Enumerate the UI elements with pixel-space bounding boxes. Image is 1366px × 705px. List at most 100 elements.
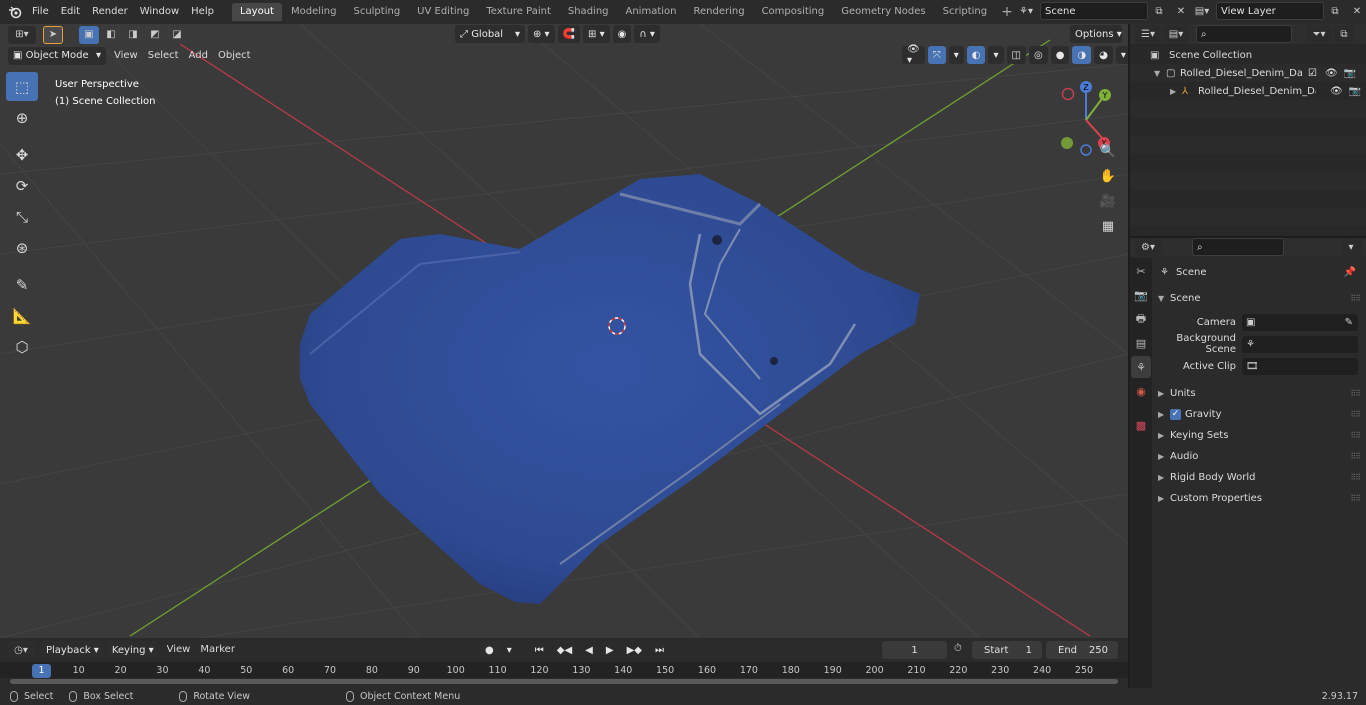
outliner-row-object[interactable]: ▶ ⅄ Rolled_Diesel_Denim_Da 👁 📷 xyxy=(1130,82,1366,100)
pin-icon[interactable]: 📌 xyxy=(1344,267,1356,278)
view-layer-field[interactable]: View Layer xyxy=(1216,2,1324,20)
menu-edit[interactable]: Edit xyxy=(55,2,86,22)
snap-toggle[interactable]: 🧲 xyxy=(557,25,581,43)
transform-tool-icon[interactable]: ⊛ xyxy=(6,233,38,262)
timeline-menu-view[interactable]: View xyxy=(162,641,196,659)
drag-handle-icon[interactable]: ⠿⠿ xyxy=(1350,431,1361,440)
mode-difference-icon[interactable]: ◩ xyxy=(145,25,165,44)
menu-object[interactable]: Object xyxy=(213,47,256,65)
mode-intersect-icon[interactable]: ◪ xyxy=(167,25,187,44)
delete-view-layer-icon[interactable]: ✕ xyxy=(1347,2,1366,20)
options-dropdown[interactable]: Options ▾ xyxy=(1070,25,1122,43)
tab-shading[interactable]: Shading xyxy=(560,3,617,21)
render-tab-icon[interactable]: 📷 xyxy=(1131,284,1151,306)
jump-keyframe-back-icon[interactable]: ◆◀ xyxy=(552,641,577,659)
timeline-ruler[interactable]: 10 20 30 40 50 60 70 80 90 100 110 120 130 140 150 160 1… xyxy=(0,662,1128,678)
play-reverse-icon[interactable]: ◀ xyxy=(580,641,598,659)
shading-solid-icon[interactable]: ● xyxy=(1050,46,1070,64)
shading-dropdown[interactable]: ▾ xyxy=(1115,46,1128,64)
menu-file[interactable]: File xyxy=(26,2,55,22)
visibility-dropdown[interactable]: 👁 ▾ xyxy=(902,44,925,66)
auto-keying-toggle[interactable]: ● xyxy=(480,641,499,659)
background-scene-field[interactable]: ⚘ xyxy=(1242,335,1358,353)
output-tab-icon[interactable]: 🖶 xyxy=(1131,308,1151,330)
blender-logo-icon[interactable] xyxy=(4,2,26,22)
visibility-eye-icon[interactable]: 👁 xyxy=(1325,68,1338,79)
menu-select[interactable]: Select xyxy=(143,47,184,65)
exclude-checkbox-icon[interactable]: ☑ xyxy=(1308,68,1317,79)
shading-material-icon[interactable]: ◑ xyxy=(1072,46,1092,64)
xray-toggle[interactable]: ◫ xyxy=(1006,46,1026,64)
outliner-editor-type-icon[interactable]: ☰▾ xyxy=(1135,25,1161,43)
cursor-tool-icon[interactable]: ⊕ xyxy=(6,103,38,132)
tab-compositing[interactable]: Compositing xyxy=(754,3,833,21)
jump-end-icon[interactable]: ⏭ xyxy=(650,641,669,659)
annotate-tool-icon[interactable]: ✎ xyxy=(6,270,38,299)
perspective-toggle-icon[interactable]: ▦ xyxy=(1096,214,1120,238)
new-collection-icon[interactable]: ⧉ xyxy=(1334,25,1354,43)
outliner-row-collection[interactable]: ▼ ▢ Rolled_Diesel_Denim_Dark_B ☑ 👁 📷 xyxy=(1130,64,1366,82)
units-panel-header[interactable]: ▶ Units ⠿⠿ xyxy=(1152,383,1366,403)
audio-panel-header[interactable]: ▶ Audio ⠿⠿ xyxy=(1152,446,1366,466)
tab-geometry-nodes[interactable]: Geometry Nodes xyxy=(833,3,933,21)
rigid-body-world-panel-header[interactable]: ▶ Rigid Body World ⠿⠿ xyxy=(1152,467,1366,487)
editor-type-icon[interactable]: ⊞▾ xyxy=(8,25,36,44)
add-cube-tool-icon[interactable]: ⬡ xyxy=(6,332,38,361)
texture-tab-icon[interactable]: ▩ xyxy=(1131,414,1151,436)
properties-search-input[interactable]: ⌕ xyxy=(1192,238,1284,256)
active-clip-field[interactable]: 🎞 xyxy=(1242,357,1358,375)
camera-field[interactable]: ▣ ✎ xyxy=(1242,313,1358,331)
shading-rendered-icon[interactable]: ◕ xyxy=(1094,46,1113,64)
keying-dropdown[interactable]: Keying ▾ xyxy=(106,641,159,659)
current-frame-field[interactable]: 1 xyxy=(882,641,947,659)
mode-set-icon[interactable]: ▣ xyxy=(79,25,99,44)
mode-extend-icon[interactable]: ◧ xyxy=(101,25,121,44)
jump-start-icon[interactable]: ⏮ xyxy=(530,641,549,659)
snap-target-dropdown[interactable]: ⊞ ▾ xyxy=(583,25,610,43)
pivot-point-dropdown[interactable]: ⊕ ▾ xyxy=(528,25,555,43)
auto-keying-dropdown[interactable]: ▾ xyxy=(502,641,517,659)
menu-help[interactable]: Help xyxy=(185,2,220,22)
menu-render[interactable]: Render xyxy=(86,2,134,22)
drag-handle-icon[interactable]: ⠿⠿ xyxy=(1350,410,1361,419)
gizmo-toggle[interactable]: ⤧ xyxy=(927,46,946,64)
move-tool-icon[interactable]: ✥ xyxy=(6,140,38,169)
jump-keyframe-forward-icon[interactable]: ▶◆ xyxy=(622,641,647,659)
keying-sets-panel-header[interactable]: ▶ Keying Sets ⠿⠿ xyxy=(1152,425,1366,445)
tab-animation[interactable]: Animation xyxy=(618,3,685,21)
menu-window[interactable]: Window xyxy=(134,2,185,22)
drag-handle-icon[interactable]: ⠿⠿ xyxy=(1350,494,1361,503)
view-layer-tab-icon[interactable]: ▤ xyxy=(1131,332,1151,354)
mode-subtract-icon[interactable]: ◨ xyxy=(123,25,143,44)
start-frame-field[interactable]: Start 1 xyxy=(972,641,1042,659)
scene-name-field[interactable]: Scene xyxy=(1040,2,1148,20)
scene-tab-icon[interactable]: ⚘ xyxy=(1131,356,1151,378)
transform-orientation-dropdown[interactable]: ⤢ Global ▾ xyxy=(455,25,525,43)
end-frame-field[interactable]: End 250 xyxy=(1046,641,1118,659)
play-icon[interactable]: ▶ xyxy=(601,641,619,659)
tool-tab-icon[interactable]: ✂ xyxy=(1131,260,1151,282)
proportional-falloff-dropdown[interactable]: ∩ ▾ xyxy=(634,25,660,43)
display-mode-icon[interactable]: ▤▾ xyxy=(1163,25,1189,43)
drag-handle-icon[interactable]: ⠿⠿ xyxy=(1350,294,1361,303)
gravity-checkbox[interactable]: ✓ xyxy=(1170,408,1181,420)
scale-tool-icon[interactable]: ⤡ xyxy=(6,202,38,231)
select-tool-icon[interactable]: ➤ xyxy=(43,25,63,44)
overlay-toggle[interactable]: ◐ xyxy=(966,46,986,64)
render-camera-icon[interactable]: 📷 xyxy=(1344,68,1356,79)
tab-uv-editing[interactable]: UV Editing xyxy=(409,3,477,21)
visibility-eye-icon[interactable]: 👁 xyxy=(1330,86,1343,97)
view-layer-selector-icon[interactable]: ▤▾ xyxy=(1189,2,1215,20)
eyedropper-icon[interactable]: ✎ xyxy=(1345,317,1353,328)
timeline-menu-marker[interactable]: Marker xyxy=(195,641,240,659)
measure-tool-icon[interactable]: 📐 xyxy=(6,301,38,330)
drag-handle-icon[interactable]: ⠿⠿ xyxy=(1350,452,1361,461)
3d-viewport[interactable]: ⊞▾ ➤ ▣ ◧ ◨ ◩ ◪ ⤢ Global ▾ ⊕ ▾ 🧲 ⊞ ▾ ◉ ∩ … xyxy=(0,24,1128,638)
new-view-layer-icon[interactable]: ⧉ xyxy=(1325,2,1345,20)
shading-wireframe-icon[interactable]: ◎ xyxy=(1028,46,1048,64)
playback-dropdown[interactable]: Playback ▾ xyxy=(41,641,104,659)
filter-icon[interactable]: ⏷▾ xyxy=(1306,25,1332,43)
menu-add[interactable]: Add xyxy=(184,47,213,65)
tab-texture-paint[interactable]: Texture Paint xyxy=(478,3,559,21)
custom-properties-panel-header[interactable]: ▶ Custom Properties ⠿⠿ xyxy=(1152,488,1366,508)
